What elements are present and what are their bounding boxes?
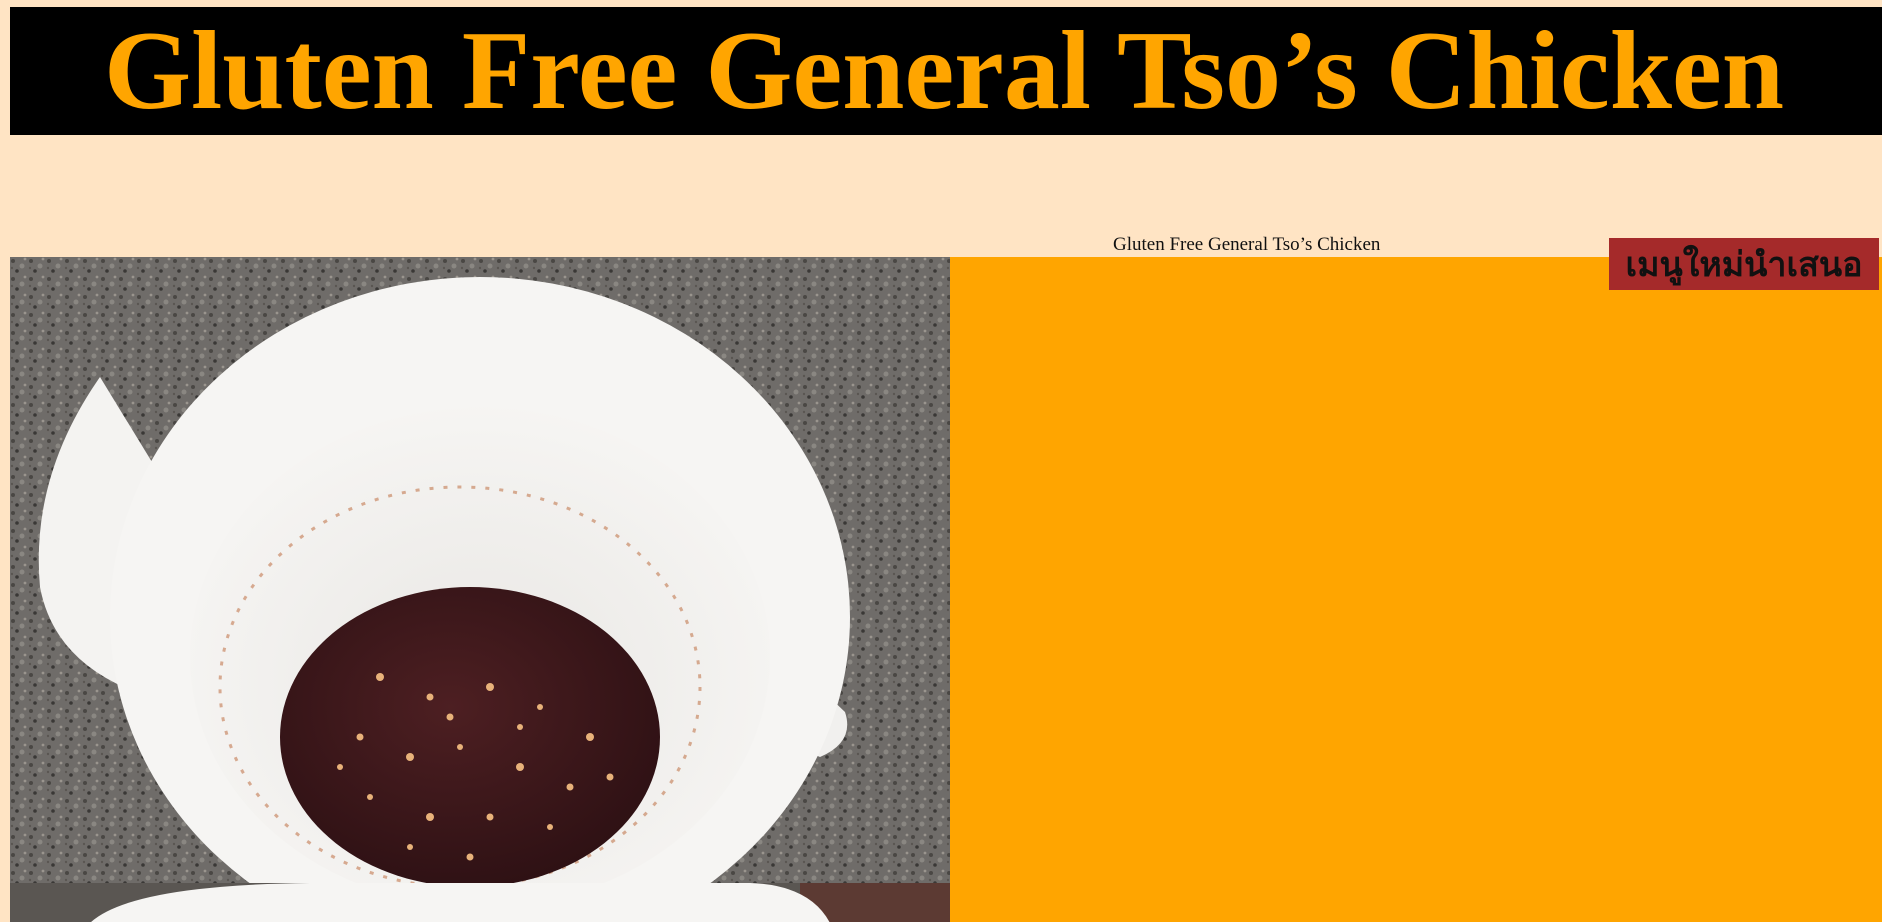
main-content — [10, 257, 1882, 922]
new-menu-button[interactable]: เมนูใหม่นำเสนอ — [1609, 238, 1879, 290]
photo-gallery — [10, 257, 950, 922]
site-header: Gluten Free General Tso’s Chicken — [10, 7, 1882, 135]
page-title: Gluten Free General Tso’s Chicken — [104, 9, 1784, 133]
second-bowl-photo — [10, 883, 950, 922]
side-panel — [950, 257, 1882, 922]
sauce-bowl-photo — [10, 257, 950, 883]
image-caption: Gluten Free General Tso’s Chicken — [1113, 234, 1381, 255]
